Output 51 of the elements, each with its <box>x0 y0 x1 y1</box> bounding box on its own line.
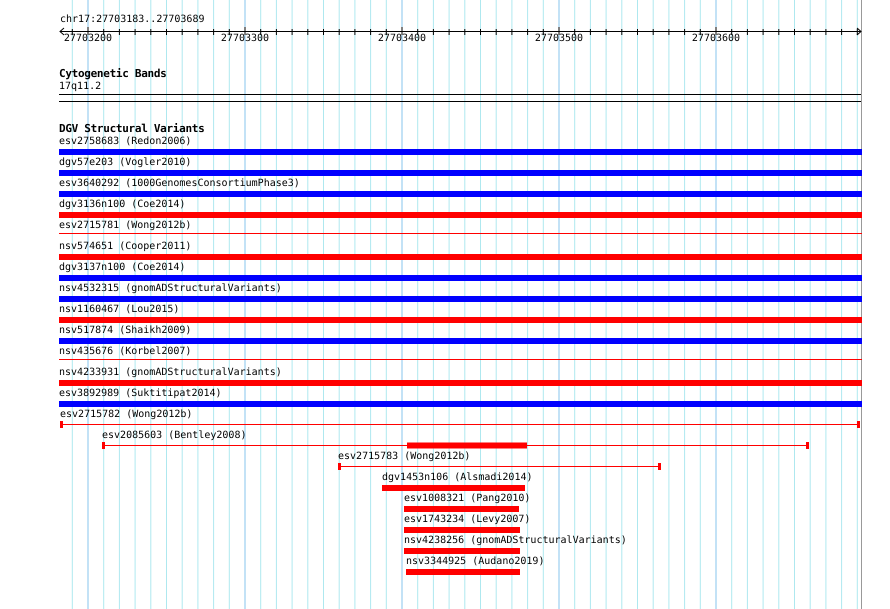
ruler-tick-label: 27703600 <box>692 33 740 45</box>
ruler-tick-label: 27703500 <box>534 33 584 45</box>
variant-line[interactable] <box>59 359 862 360</box>
variant-bar[interactable] <box>404 527 520 533</box>
variant-label[interactable]: esv2715783 (Wong2012b) <box>338 451 470 462</box>
track-title: DGV Structural Variants <box>59 122 206 135</box>
ruler-title: chr17:27703183..27703689 <box>59 13 206 27</box>
track-title: Cytogenetic Bands <box>59 67 168 80</box>
variant-bar[interactable] <box>59 170 862 176</box>
variant-label[interactable]: esv1743234 (Levy2007) <box>404 514 530 525</box>
variant-bar[interactable] <box>59 149 862 155</box>
variant-bar[interactable] <box>404 548 520 554</box>
variant-label[interactable]: nsv4532315 (gnomADStructuralVariants) <box>59 283 282 294</box>
variant-span[interactable] <box>60 421 860 428</box>
variant-line[interactable] <box>59 233 862 234</box>
variant-label[interactable]: esv2085603 (Bentley2008) <box>102 430 246 441</box>
variant-label[interactable]: nsv4233931 (gnomADStructuralVariants) <box>59 367 282 378</box>
variant-label[interactable]: nsv1160467 (Lou2015) <box>59 304 180 315</box>
ruler-tick-label: 27703300 <box>220 33 270 45</box>
variant-bar[interactable] <box>59 338 862 344</box>
variant-label[interactable]: esv3640292 (1000GenomesConsortiumPhase3) <box>59 178 300 189</box>
variant-span[interactable] <box>102 442 809 449</box>
ruler-tick-label: 27703400 <box>378 33 426 45</box>
variant-bar[interactable] <box>59 191 862 197</box>
variant-label[interactable]: nsv574651 (Cooper2011) <box>59 241 192 252</box>
variant-bar[interactable] <box>382 485 525 491</box>
variant-bar[interactable] <box>59 275 862 281</box>
variant-bar[interactable] <box>59 317 862 323</box>
variant-label[interactable]: esv3892989 (Suktitipat2014) <box>59 388 222 399</box>
variant-label[interactable]: dgv57e203 (Vogler2010) <box>59 157 192 168</box>
variant-label[interactable]: esv2715782 (Wong2012b) <box>60 409 192 420</box>
variant-label[interactable]: dgv3137n100 (Coe2014) <box>59 262 186 273</box>
variant-bar[interactable] <box>404 506 519 512</box>
variant-label[interactable]: dgv1453n106 (Alsmadi2014) <box>382 472 533 483</box>
variant-span[interactable] <box>338 463 661 470</box>
variant-bar[interactable] <box>406 569 520 575</box>
band-label: 17q11.2 <box>59 80 102 93</box>
variant-label[interactable]: nsv3344925 (Audano2019) <box>406 556 544 567</box>
variant-bar[interactable] <box>59 401 862 407</box>
variant-bar[interactable] <box>59 212 862 218</box>
variant-label[interactable]: esv1008321 (Pang2010) <box>404 493 530 504</box>
variant-label[interactable]: nsv4238256 (gnomADStructuralVariants) <box>404 535 627 546</box>
variant-label[interactable]: esv2715781 (Wong2012b) <box>59 220 192 231</box>
variant-bar[interactable] <box>59 296 862 302</box>
variant-label[interactable]: nsv435676 (Korbel2007) <box>59 346 192 357</box>
ruler-tick-label: 27703200 <box>64 33 112 45</box>
variant-bar[interactable] <box>59 254 862 260</box>
variant-label[interactable]: dgv3136n100 (Coe2014) <box>59 199 186 210</box>
variant-bar[interactable] <box>59 380 862 386</box>
variant-label[interactable]: nsv517874 (Shaikh2009) <box>59 325 192 336</box>
variant-label[interactable]: esv2758683 (Redon2006) <box>59 136 192 147</box>
